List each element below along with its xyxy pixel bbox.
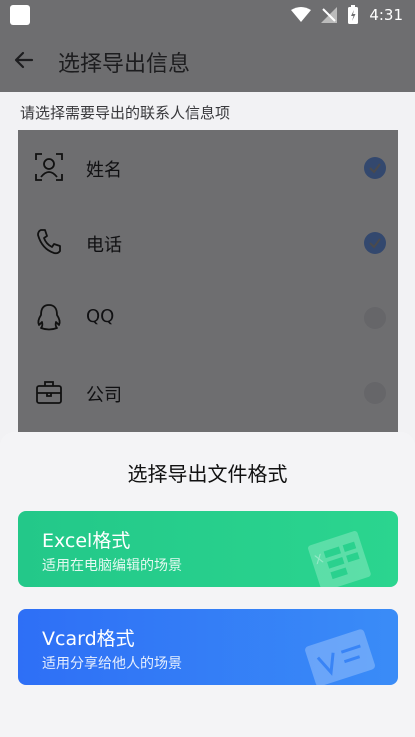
vcard-icon bbox=[305, 629, 375, 685]
field-list: 姓名 电话 QQ 公司 bbox=[18, 130, 398, 440]
checkmark-icon bbox=[369, 238, 381, 249]
option-description: 适用在电脑编辑的场景 bbox=[42, 558, 182, 574]
person-icon bbox=[35, 153, 63, 181]
checkmark-icon bbox=[369, 163, 381, 174]
back-arrow-icon[interactable] bbox=[12, 48, 36, 72]
wifi-icon bbox=[291, 7, 312, 22]
option-title: Excel格式 bbox=[42, 530, 131, 552]
option-title: Vcard格式 bbox=[42, 628, 135, 650]
vcard-format-button[interactable]: Vcard格式 适用分享给他人的场景 bbox=[18, 609, 398, 685]
no-signal-icon bbox=[321, 7, 338, 23]
checkbox-unchecked[interactable] bbox=[364, 382, 386, 404]
checkbox-unchecked[interactable] bbox=[364, 307, 386, 329]
field-row-company[interactable]: 公司 bbox=[18, 355, 398, 430]
status-bar: 4:31 bbox=[0, 0, 415, 30]
field-label: 公司 bbox=[86, 385, 122, 406]
checkbox-checked[interactable] bbox=[364, 157, 386, 179]
phone-icon bbox=[37, 229, 61, 255]
notification-icon bbox=[10, 5, 30, 25]
page-title: 选择导出信息 bbox=[58, 52, 191, 77]
excel-format-button[interactable]: Excel格式 适用在电脑编辑的场景 X bbox=[18, 511, 398, 587]
field-label: QQ bbox=[86, 306, 115, 327]
qq-icon bbox=[37, 304, 61, 331]
clock: 4:31 bbox=[369, 6, 403, 24]
field-label: 电话 bbox=[86, 235, 122, 256]
sheet-title: 选择导出文件格式 bbox=[127, 462, 288, 486]
excel-file-icon: X bbox=[308, 531, 371, 587]
option-description: 适用分享给他人的场景 bbox=[42, 656, 182, 672]
field-row-phone[interactable]: 电话 bbox=[18, 205, 398, 280]
section-subtitle: 请选择需要导出的联系人信息项 bbox=[20, 104, 231, 122]
status-icons: 4:31 bbox=[291, 5, 403, 25]
field-label: 姓名 bbox=[86, 160, 122, 181]
export-format-sheet: 选择导出文件格式 Excel格式 适用在电脑编辑的场景 X Vcard格式 适用… bbox=[0, 432, 415, 737]
checkbox-checked[interactable] bbox=[364, 232, 386, 254]
battery-icon bbox=[348, 5, 359, 24]
field-row-name[interactable]: 姓名 bbox=[18, 130, 398, 205]
field-row-qq[interactable]: QQ bbox=[18, 280, 398, 355]
briefcase-icon bbox=[36, 381, 62, 404]
